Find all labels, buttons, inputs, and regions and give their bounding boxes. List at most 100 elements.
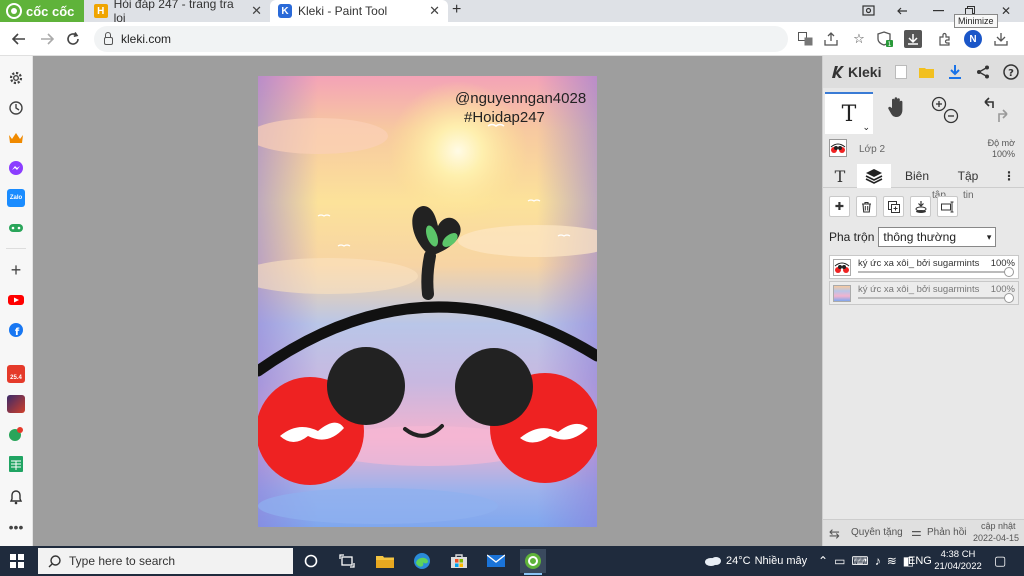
- reload-button[interactable]: [62, 28, 84, 50]
- blend-mode-label: Pha trộn: [829, 230, 875, 244]
- forward-button[interactable]: [36, 28, 58, 50]
- facebook-icon[interactable]: f: [7, 321, 25, 339]
- close-tab-icon[interactable]: ✕: [429, 3, 440, 19]
- duplicate-layer-button[interactable]: [883, 196, 904, 217]
- tab-kleki[interactable]: K Kleki - Paint Tool ✕: [270, 0, 448, 22]
- shopping-icon[interactable]: 25.4: [7, 365, 25, 383]
- opacity-label: Độ mờ: [987, 138, 1015, 148]
- speaker-icon[interactable]: ♪: [875, 554, 881, 568]
- youtube-icon[interactable]: [7, 291, 25, 309]
- start-button[interactable]: [10, 554, 24, 568]
- layer-opacity-knob[interactable]: [1004, 293, 1014, 303]
- weather-widget[interactable]: 24°C Nhiều mây: [704, 546, 807, 576]
- game-app-icon[interactable]: [7, 395, 25, 413]
- save-download-icon[interactable]: [945, 62, 965, 82]
- bookmark-star-icon[interactable]: ☆: [850, 30, 868, 48]
- rename-layer-button[interactable]: [937, 196, 958, 217]
- kleki-logo[interactable]: Kleki: [829, 64, 881, 80]
- feedback-link[interactable]: Phản hồi: [927, 527, 966, 538]
- store-icon[interactable]: [446, 549, 472, 573]
- downloads-icon[interactable]: [992, 30, 1010, 48]
- text-tool-button[interactable]: T ⌄: [825, 92, 873, 134]
- url-bar[interactable]: kleki.com: [94, 26, 788, 52]
- tab-file[interactable]: Tập: [943, 164, 993, 188]
- bell-icon[interactable]: [7, 488, 25, 506]
- add-icon[interactable]: +: [7, 260, 25, 280]
- layer-item[interactable]: ký ức xa xôi_ bởi sugarmints 100%: [829, 281, 1019, 305]
- kleki-topbar: Kleki ?: [823, 56, 1024, 88]
- share-icon[interactable]: [973, 62, 993, 82]
- layer-opacity-knob[interactable]: [1004, 267, 1014, 277]
- shield-extension-icon[interactable]: 1: [876, 30, 894, 48]
- chat-icon[interactable]: ⌨: [851, 554, 868, 568]
- kleki-logo-icon: [832, 66, 844, 78]
- more-icon[interactable]: •••: [7, 518, 25, 536]
- url-text: kleki.com: [121, 32, 172, 46]
- mail-icon[interactable]: [483, 549, 509, 573]
- feedback-lines-icon: ⚌: [911, 525, 922, 539]
- games-icon[interactable]: [7, 219, 25, 237]
- svg-text:?: ?: [1008, 68, 1014, 79]
- wifi-icon[interactable]: ≋: [887, 554, 897, 568]
- history-icon[interactable]: [7, 99, 25, 117]
- watermark-line-2: #Hoidap247: [464, 109, 545, 126]
- screenshot-icon[interactable]: [852, 0, 884, 22]
- taskbar-search[interactable]: Type here to search: [38, 548, 293, 574]
- drawing-canvas[interactable]: @nguyenngan4028 #Hoidap247: [258, 76, 597, 527]
- crown-icon[interactable]: [7, 129, 25, 147]
- cortana-icon[interactable]: [298, 549, 324, 573]
- tab-edit[interactable]: Biên: [891, 164, 943, 188]
- share-icon[interactable]: [822, 30, 840, 48]
- sheets-icon[interactable]: [7, 455, 25, 473]
- layer-item[interactable]: ký ức xa xôi_ bởi sugarmints 100%: [829, 255, 1019, 279]
- close-tab-icon[interactable]: ✕: [251, 3, 262, 19]
- chevron-down-icon[interactable]: ⌄: [862, 123, 870, 133]
- coccoc-taskbar-icon[interactable]: [520, 549, 546, 575]
- edge-icon[interactable]: [409, 549, 435, 573]
- zalo-icon[interactable]: Zalo: [7, 189, 25, 207]
- new-image-icon[interactable]: [891, 62, 911, 82]
- language-indicator[interactable]: ENG: [908, 546, 932, 576]
- add-layer-button[interactable]: ✚: [829, 196, 850, 217]
- help-icon[interactable]: ?: [1001, 62, 1021, 82]
- battery-icon[interactable]: ▭: [834, 554, 845, 568]
- open-folder-icon[interactable]: [917, 62, 937, 82]
- download-helper-icon[interactable]: [904, 30, 922, 48]
- translate-icon[interactable]: [796, 30, 814, 48]
- minimize-button[interactable]: [922, 0, 954, 22]
- new-tab-button[interactable]: +: [452, 1, 461, 19]
- profile-avatar[interactable]: N: [964, 30, 982, 48]
- delete-layer-button[interactable]: [856, 196, 877, 217]
- layer-name: ký ức xa xôi_ bởi sugarmints: [858, 258, 980, 269]
- undo-redo-icon[interactable]: [981, 96, 1011, 131]
- active-layer-thumbnail[interactable]: [829, 139, 847, 157]
- donate-link[interactable]: Quyên tặng: [851, 527, 903, 538]
- settings-icon[interactable]: [7, 69, 25, 87]
- tab-brush[interactable]: T: [823, 164, 857, 188]
- merge-layer-button[interactable]: [910, 196, 931, 217]
- update-label[interactable]: cập nhật: [981, 521, 1016, 531]
- tab-layers[interactable]: [857, 164, 891, 188]
- messenger-icon[interactable]: [7, 159, 25, 177]
- kleki-workspace[interactable]: @nguyenngan4028 #Hoidap247: [33, 56, 822, 546]
- blend-mode-select[interactable]: thông thường ▾: [878, 227, 997, 247]
- people-icon[interactable]: ⌃: [818, 554, 828, 568]
- tab-hoidap247[interactable]: H Hỏi đáp 247 - trang tra loi ✕: [86, 0, 270, 25]
- minimize-tooltip: Minimize: [954, 14, 998, 28]
- layer-opacity-slider[interactable]: [858, 271, 1008, 273]
- task-view-icon[interactable]: [334, 549, 360, 573]
- back-button[interactable]: [8, 28, 30, 50]
- extensions-icon[interactable]: [936, 30, 954, 48]
- coccoc-brand[interactable]: cốc cốc: [0, 0, 84, 22]
- file-explorer-icon[interactable]: [372, 549, 398, 573]
- more-icon[interactable]: ⋮: [999, 164, 1019, 188]
- active-layer-name: Lớp 2: [859, 144, 886, 155]
- clock[interactable]: 4:38 CH 21/04/2022: [934, 546, 982, 576]
- swap-arrows-icon[interactable]: ⇆: [829, 526, 840, 542]
- layer-opacity-slider[interactable]: [858, 297, 1008, 299]
- hand-tool-icon[interactable]: [887, 96, 907, 123]
- layer-thumbnail: [833, 259, 851, 276]
- notifications-icon[interactable]: ▢: [994, 546, 1006, 576]
- restore-tabs-icon[interactable]: [886, 0, 918, 22]
- quiz-icon[interactable]: [7, 425, 25, 443]
